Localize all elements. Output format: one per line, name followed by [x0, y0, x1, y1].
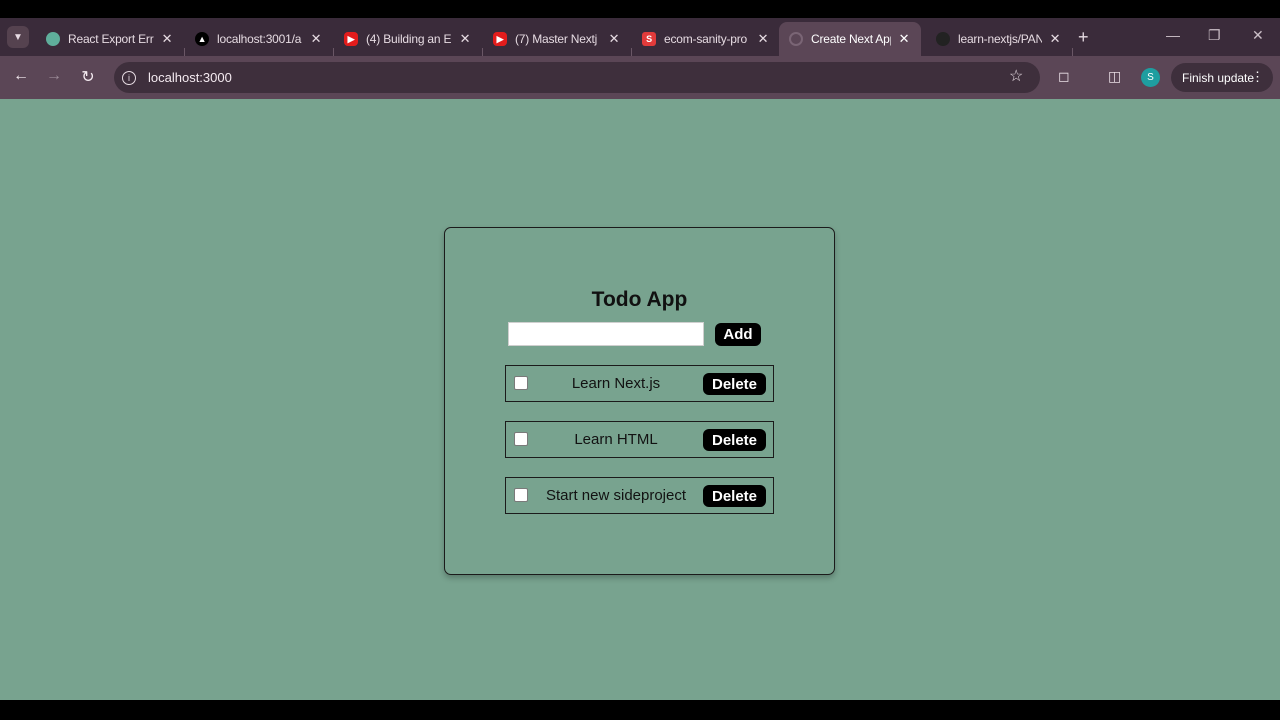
bookmark-star-icon[interactable]: ☆ [1009, 66, 1023, 86]
top-black-bar [0, 0, 1280, 18]
tab-title: (7) Master Nextj [515, 32, 598, 46]
forward-arrow-icon[interactable]: → [44, 67, 64, 85]
chevron-down-icon: ▼ [13, 31, 23, 43]
todo-checkbox[interactable] [514, 488, 528, 502]
page-title: Todo App [591, 288, 688, 311]
add-button[interactable]: Add [715, 323, 761, 346]
tab-close-icon[interactable]: ✕ [309, 31, 323, 47]
browser-toolbar: ← → ↻ i localhost:3000 ☆ ◻ ◫ S Finish up… [0, 56, 1280, 99]
finish-update-button[interactable]: Finish update ⋮ [1171, 63, 1273, 92]
vercel-icon: ▲ [195, 32, 209, 46]
tab-react-export[interactable]: React Export Erro ✕ [36, 22, 184, 56]
todo-checkbox[interactable] [514, 432, 528, 446]
back-arrow-icon[interactable]: ← [11, 67, 31, 85]
todo-item: Learn Next.js Delete [505, 365, 774, 402]
restore-icon[interactable]: ❐ [1208, 27, 1221, 44]
tab-title: React Export Erro [68, 32, 154, 46]
todo-checkbox[interactable] [514, 376, 528, 390]
youtube-icon: ▶ [344, 32, 358, 46]
delete-button[interactable]: Delete [703, 429, 766, 451]
tab-close-icon[interactable]: ✕ [756, 31, 770, 47]
finish-update-label: Finish update [1182, 70, 1255, 85]
tab-close-icon[interactable]: ✕ [1048, 31, 1062, 47]
address-bar[interactable]: i localhost:3000 [114, 62, 1040, 93]
tab-master-nextjs[interactable]: ▶ (7) Master Nextj ✕ [483, 22, 631, 56]
loading-icon [789, 32, 803, 46]
todo-input[interactable] [508, 322, 704, 346]
tab-close-icon[interactable]: ✕ [458, 31, 472, 47]
tab-title: localhost:3001/a [217, 32, 302, 46]
tab-building-an-e[interactable]: ▶ (4) Building an E ✕ [334, 22, 482, 56]
extensions-icon[interactable]: ◻ [1058, 68, 1070, 85]
tab-close-icon[interactable]: ✕ [607, 31, 621, 47]
todo-text: Learn HTML [574, 431, 658, 448]
tab-close-icon[interactable]: ✕ [897, 31, 911, 47]
tab-ecom-sanity[interactable]: S ecom-sanity-pro ✕ [632, 22, 780, 56]
todo-text: Start new sideproject [545, 487, 687, 504]
url-text: localhost:3000 [148, 70, 232, 85]
todo-item: Start new sideproject Delete [505, 477, 774, 514]
tab-title: Create Next App [811, 32, 891, 46]
youtube-icon: ▶ [493, 32, 507, 46]
tab-localhost-3001[interactable]: ▲ localhost:3001/a ✕ [185, 22, 333, 56]
screen: ▼ React Export Erro ✕ ▲ localhost:3001/a… [0, 0, 1280, 720]
reload-icon[interactable]: ↻ [78, 67, 98, 87]
tab-title: learn-nextjs/PAN [958, 32, 1042, 46]
tab-title: (4) Building an E [366, 32, 452, 46]
todo-card: Todo App Add Learn Next.js Delete Learn … [444, 227, 835, 575]
more-menu-icon[interactable]: ⋮ [1251, 69, 1264, 85]
site-info-icon[interactable]: i [122, 70, 136, 85]
todo-item: Learn HTML Delete [505, 421, 774, 458]
delete-button[interactable]: Delete [703, 485, 766, 507]
openai-icon [46, 32, 60, 46]
todo-text: Learn Next.js [571, 375, 661, 392]
delete-button[interactable]: Delete [703, 373, 766, 395]
sanity-icon: S [642, 32, 656, 46]
minimize-icon[interactable]: — [1166, 27, 1180, 43]
profile-avatar[interactable]: S [1141, 68, 1160, 87]
tab-title: ecom-sanity-pro [664, 32, 748, 46]
window-close-icon[interactable]: ✕ [1252, 27, 1264, 44]
github-icon [936, 32, 950, 46]
side-panel-icon[interactable]: ◫ [1108, 68, 1121, 85]
page-content: Todo App Add Learn Next.js Delete Learn … [0, 99, 1280, 700]
tab-search-button[interactable]: ▼ [7, 26, 29, 48]
tab-create-next-app[interactable]: Create Next App ✕ [779, 22, 921, 56]
tab-close-icon[interactable]: ✕ [160, 31, 174, 47]
bottom-black-bar [0, 700, 1280, 720]
new-tab-icon[interactable]: + [1078, 27, 1089, 48]
tab-learn-nextjs-github[interactable]: learn-nextjs/PAN ✕ [926, 22, 1072, 56]
